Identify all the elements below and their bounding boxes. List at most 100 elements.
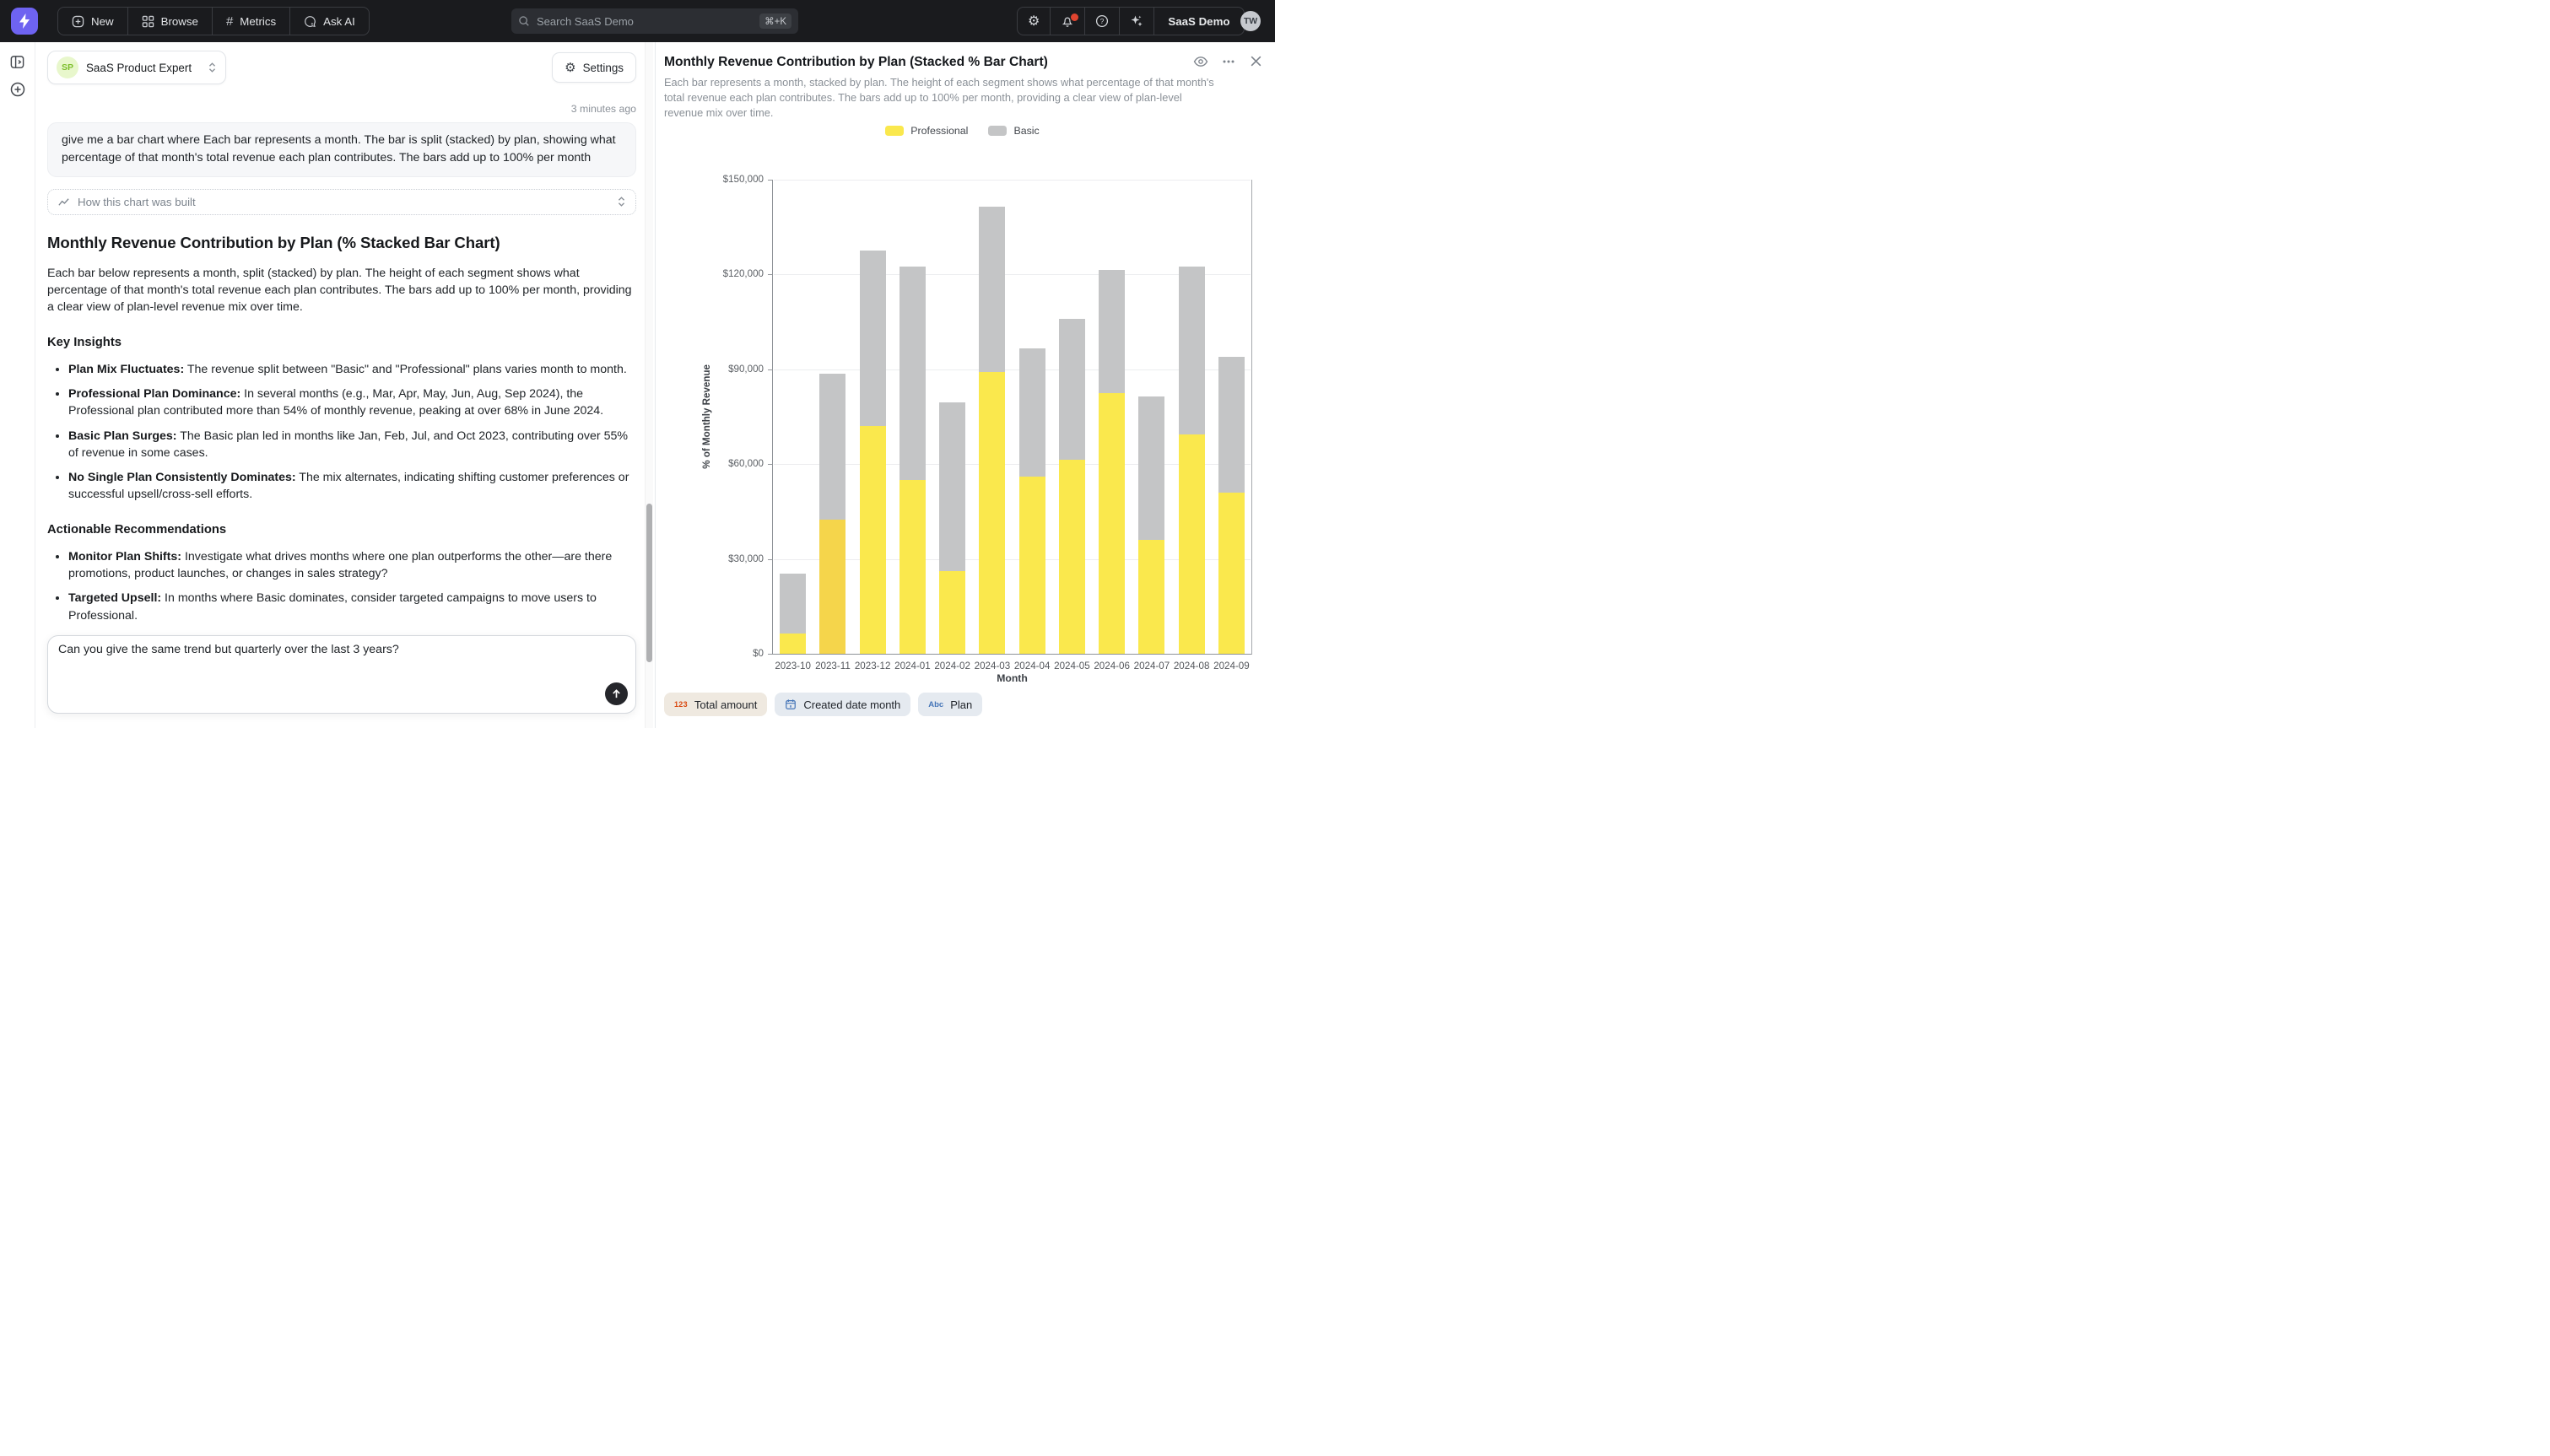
chat-input-container: Can you give the same trend but quarterl… <box>47 635 636 714</box>
field-chip-label: Total amount <box>694 698 757 711</box>
bar-2023-12[interactable] <box>860 251 886 654</box>
bar-2024-04[interactable] <box>1019 348 1045 654</box>
search-placeholder: Search SaaS Demo <box>537 15 753 28</box>
bar-segment-professional[interactable] <box>1099 393 1125 654</box>
new-button[interactable]: New <box>58 8 128 35</box>
bar-2023-10[interactable] <box>780 574 806 655</box>
bar-segment-basic[interactable] <box>1179 267 1205 434</box>
list-item: Plan Mix Fluctuates: The revenue split b… <box>68 361 636 378</box>
bar-segment-professional[interactable] <box>819 520 845 654</box>
y-axis-label: $150,000 <box>689 174 764 185</box>
arrow-up-icon <box>611 688 622 699</box>
bar-segment-basic[interactable] <box>819 374 845 519</box>
bar-segment-basic[interactable] <box>780 574 806 634</box>
bar-segment-professional[interactable] <box>1138 540 1164 654</box>
how-chart-built-toggle[interactable]: How this chart was built <box>47 189 636 215</box>
legend-swatch <box>885 126 904 136</box>
list-item: Monitor Plan Shifts: Investigate what dr… <box>68 548 636 582</box>
browse-button[interactable]: Browse <box>128 8 213 35</box>
bar-segment-basic[interactable] <box>939 402 965 571</box>
bar-2023-11[interactable] <box>819 374 845 654</box>
bar-segment-professional[interactable] <box>939 571 965 653</box>
field-chips-row: 123 Total amount Created date month Abc … <box>664 693 982 716</box>
field-chip-total-amount[interactable]: 123 Total amount <box>664 693 767 716</box>
bar-segment-basic[interactable] <box>1099 270 1125 393</box>
navbar-actions-group: ⚙ ? SaaS Demo <box>1017 7 1245 35</box>
chat-scrollbar-track[interactable] <box>645 42 653 728</box>
search-input[interactable]: Search SaaS Demo ⌘+K <box>511 8 798 34</box>
bar-segment-basic[interactable] <box>1019 348 1045 477</box>
bar-segment-professional[interactable] <box>1218 493 1245 654</box>
send-button[interactable] <box>605 682 628 705</box>
ai-sparkles-button[interactable] <box>1120 8 1154 35</box>
ellipsis-icon <box>1221 54 1236 69</box>
notifications-button[interactable] <box>1051 8 1085 35</box>
legend-item-professional[interactable]: Professional <box>885 125 968 137</box>
bar-segment-professional[interactable] <box>979 372 1005 654</box>
agent-settings-button[interactable]: ⚙ Settings <box>552 52 636 83</box>
bar-2024-03[interactable] <box>979 207 1005 654</box>
key-insights-list: Plan Mix Fluctuates: The revenue split b… <box>47 361 636 503</box>
chat-input[interactable]: Can you give the same trend but quarterl… <box>58 641 598 707</box>
help-button[interactable]: ? <box>1085 8 1120 35</box>
bar-2024-05[interactable] <box>1059 319 1085 654</box>
bar-2024-02[interactable] <box>939 402 965 654</box>
gridline <box>774 180 1251 181</box>
app-logo[interactable] <box>11 8 38 35</box>
recommendations-list: Monitor Plan Shifts: Investigate what dr… <box>47 548 636 649</box>
y-axis-label: $90,000 <box>689 364 764 375</box>
agent-selector[interactable]: SP SaaS Product Expert <box>47 51 226 84</box>
grid-icon <box>142 15 154 28</box>
bar-2024-08[interactable] <box>1179 267 1205 654</box>
new-thread-button[interactable] <box>9 81 26 98</box>
plot-right-border <box>1251 180 1252 655</box>
bar-segment-professional[interactable] <box>1179 434 1205 654</box>
field-chip-created-date-month[interactable]: Created date month <box>775 693 910 716</box>
bar-2024-01[interactable] <box>900 267 926 654</box>
legend-swatch <box>988 126 1007 136</box>
ask-ai-button[interactable]: Ask AI <box>290 8 369 35</box>
bar-2024-07[interactable] <box>1138 396 1164 654</box>
bar-segment-professional[interactable] <box>1019 477 1045 654</box>
chart-panel-description: Each bar represents a month, stacked by … <box>664 75 1221 121</box>
bar-segment-basic[interactable] <box>860 251 886 426</box>
top-navbar: New Browse # Metrics Ask AI Search SaaS … <box>0 0 1275 42</box>
bar-segment-basic[interactable] <box>979 207 1005 373</box>
close-panel-button[interactable] <box>1249 54 1263 69</box>
view-details-button[interactable] <box>1193 54 1208 69</box>
sidebar-toggle-icon <box>9 54 25 70</box>
bar-2024-09[interactable] <box>1218 357 1245 654</box>
eye-icon <box>1193 54 1208 69</box>
chevron-selector-icon <box>208 62 217 73</box>
bar-segment-basic[interactable] <box>900 267 926 480</box>
y-axis-label: $60,000 <box>689 458 764 469</box>
bar-2024-06[interactable] <box>1099 270 1125 654</box>
bar-segment-professional[interactable] <box>860 426 886 654</box>
response-intro: Each bar below represents a month, split… <box>47 265 636 315</box>
assistant-message: Monthly Revenue Contribution by Plan (% … <box>47 234 636 696</box>
bar-segment-basic[interactable] <box>1138 396 1164 541</box>
abc-icon: Abc <box>928 700 943 709</box>
plus-circle-icon <box>9 81 26 98</box>
settings-button-label: Settings <box>583 62 624 74</box>
close-icon <box>1249 54 1263 68</box>
x-axis-title: Month <box>773 672 1251 684</box>
more-options-button[interactable] <box>1221 54 1236 69</box>
bar-segment-professional[interactable] <box>780 634 806 654</box>
metrics-button[interactable]: # Metrics <box>213 8 290 35</box>
chat-scrollbar-thumb[interactable] <box>646 504 652 662</box>
chat-panel: SP SaaS Product Expert ⚙ Settings 3 minu… <box>35 42 655 728</box>
org-switcher[interactable]: SaaS Demo <box>1154 8 1243 35</box>
field-chip-label: Created date month <box>803 698 900 711</box>
legend-item-basic[interactable]: Basic <box>988 125 1039 137</box>
expand-sidebar-button[interactable] <box>9 54 26 71</box>
field-chip-plan[interactable]: Abc Plan <box>918 693 982 716</box>
search-icon <box>518 15 530 27</box>
bar-segment-basic[interactable] <box>1059 319 1085 460</box>
bar-segment-basic[interactable] <box>1218 357 1245 493</box>
bar-segment-professional[interactable] <box>1059 460 1085 654</box>
settings-icon-button[interactable]: ⚙ <box>1018 8 1051 35</box>
user-avatar[interactable]: TW <box>1240 11 1261 31</box>
key-insights-heading: Key Insights <box>47 336 636 349</box>
bar-segment-professional[interactable] <box>900 480 926 654</box>
